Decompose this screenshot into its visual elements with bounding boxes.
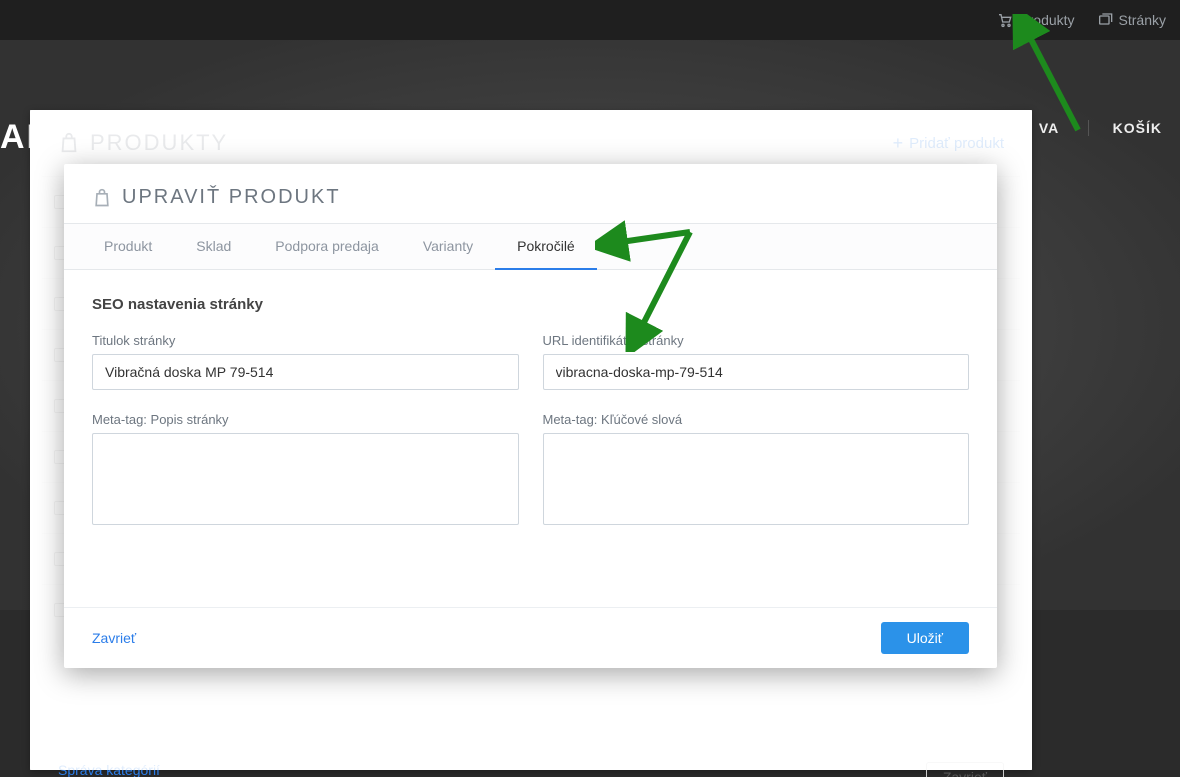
- modal-footer: Zavrieť Uložiť: [64, 607, 997, 668]
- modal-close-link[interactable]: Zavrieť: [92, 630, 136, 646]
- meta-keywords-label: Meta-tag: Kľúčové slová: [543, 412, 970, 427]
- field-page-title: Titulok stránky: [92, 333, 519, 390]
- pages-icon: [1097, 12, 1113, 28]
- topbar-item-pages[interactable]: Stránky: [1097, 12, 1166, 28]
- page-title-input[interactable]: [92, 354, 519, 390]
- tab-stock[interactable]: Sklad: [174, 224, 253, 269]
- form-row-2: Meta-tag: Popis stránky Meta-tag: Kľúčov…: [92, 412, 969, 525]
- topbar-products-label: Produkty: [1019, 12, 1074, 28]
- tab-product[interactable]: Produkt: [82, 224, 174, 269]
- field-meta-keywords: Meta-tag: Kľúčové slová: [543, 412, 970, 525]
- modal-body: SEO nastavenia stránky Titulok stránky U…: [64, 270, 997, 607]
- modal-tabs: Produkt Sklad Podpora predaja Varianty P…: [64, 223, 997, 270]
- url-id-label: URL identifikátor stránky: [543, 333, 970, 348]
- topbar-item-products[interactable]: Produkty: [997, 12, 1074, 28]
- edit-product-modal: UPRAVIŤ PRODUKT Produkt Sklad Podpora pr…: [64, 164, 997, 668]
- tab-advanced[interactable]: Pokročilé: [495, 224, 597, 270]
- seo-section-title: SEO nastavenia stránky: [92, 296, 969, 313]
- tab-sales-support[interactable]: Podpora predaja: [253, 224, 401, 269]
- meta-desc-input[interactable]: [92, 433, 519, 525]
- admin-topbar: Produkty Stránky: [0, 0, 1180, 40]
- modal-header: UPRAVIŤ PRODUKT: [64, 164, 997, 223]
- hero-nav-2[interactable]: KOŠÍK: [1088, 120, 1162, 136]
- cart-icon: [997, 12, 1013, 28]
- meta-keywords-input[interactable]: [543, 433, 970, 525]
- field-url-id: URL identifikátor stránky: [543, 333, 970, 390]
- url-id-input[interactable]: [543, 354, 970, 390]
- field-meta-desc: Meta-tag: Popis stránky: [92, 412, 519, 525]
- save-button[interactable]: Uložiť: [881, 622, 969, 654]
- bag-icon: [92, 188, 112, 208]
- tab-variants[interactable]: Varianty: [401, 224, 495, 269]
- modal-title: UPRAVIŤ PRODUKT: [122, 186, 341, 209]
- page-title-label: Titulok stránky: [92, 333, 519, 348]
- meta-desc-label: Meta-tag: Popis stránky: [92, 412, 519, 427]
- topbar-pages-label: Stránky: [1119, 12, 1166, 28]
- form-row-1: Titulok stránky URL identifikátor stránk…: [92, 333, 969, 390]
